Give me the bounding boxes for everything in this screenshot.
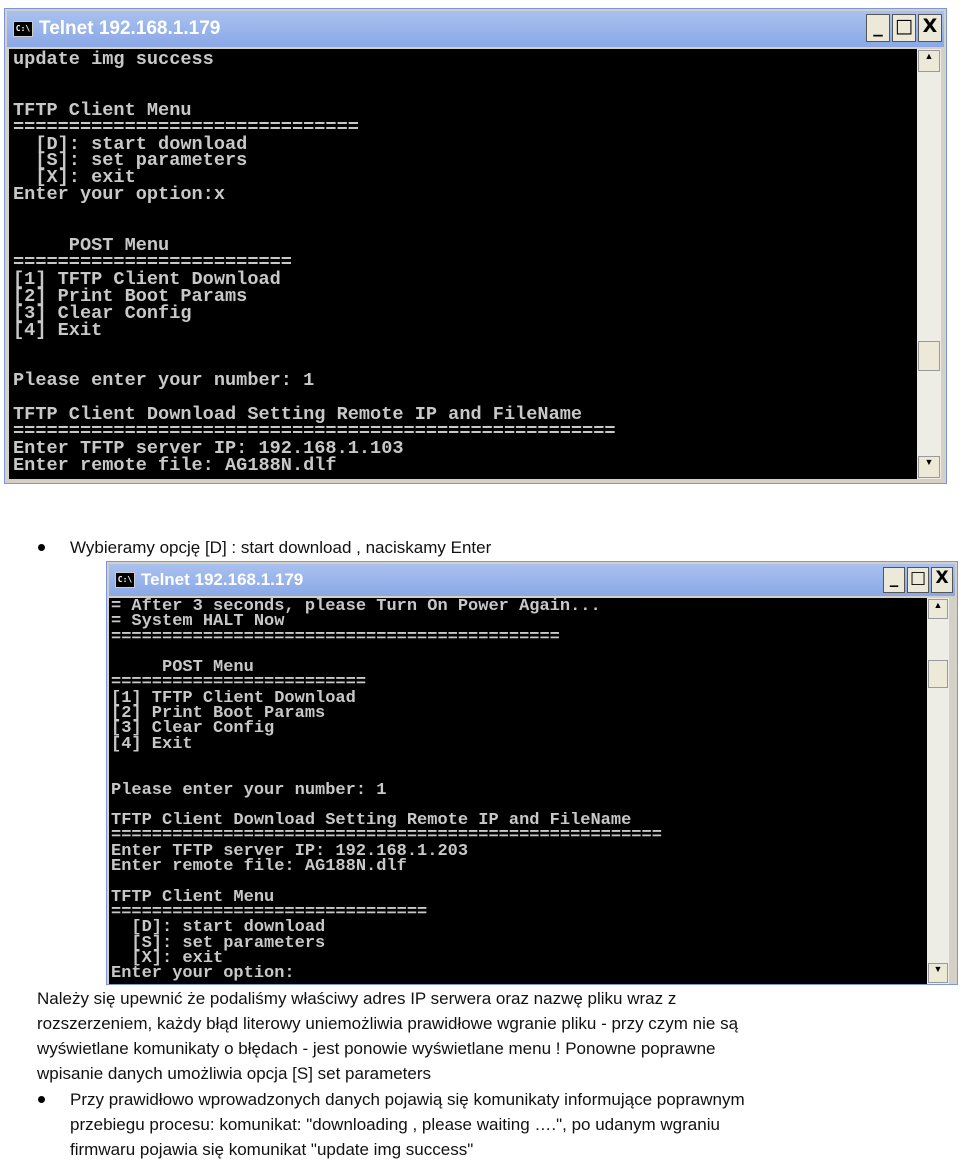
scroll-thumb[interactable]	[928, 660, 948, 688]
close-button[interactable]: X	[918, 14, 942, 42]
bullet-icon	[38, 544, 45, 551]
terminal-output[interactable]: update img success TFTP Client Menu ====…	[9, 49, 917, 479]
paragraph-line: Należy się upewnić że podaliśmy właściwy…	[37, 989, 677, 1008]
paragraph-line: rozszerzeniem, każdy błąd literowy uniem…	[37, 1014, 739, 1033]
bullet-line: Przy prawidłowo wprowadzonych danych poj…	[70, 1090, 745, 1109]
terminal-text: update img success TFTP Client Menu ====…	[13, 49, 616, 476]
scroll-down-arrow-icon[interactable]: ▼	[918, 456, 940, 478]
terminal-text: = After 3 seconds, please Turn On Power …	[111, 598, 662, 984]
telnet-window-2: C:\ Telnet 192.168.1.179 _ □ X = After 3…	[106, 561, 958, 985]
window-title: Telnet 192.168.1.179	[39, 18, 221, 39]
maximize-button[interactable]: □	[907, 567, 929, 593]
scroll-down-arrow-icon[interactable]: ▼	[928, 963, 948, 983]
telnet-window-1: C:\ Telnet 192.168.1.179 _ □ X update im…	[4, 8, 947, 484]
paragraph: Należy się upewnić że podaliśmy właściwy…	[37, 986, 738, 1086]
bullet-line: przebiegu procesu: komunikat: "downloadi…	[70, 1115, 720, 1134]
bullet-text-1: Wybieramy opcję [D] : start download , n…	[70, 538, 492, 557]
title-bar: C:\ Telnet 192.168.1.179 _ □ X	[7, 11, 944, 47]
maximize-button[interactable]: □	[892, 14, 916, 42]
vertical-scrollbar[interactable]: ▲ ▼	[917, 49, 941, 479]
terminal-output[interactable]: = After 3 seconds, please Turn On Power …	[109, 598, 927, 984]
bullet-text-2: Przy prawidłowo wprowadzonych danych poj…	[70, 1087, 745, 1162]
minimize-button[interactable]: _	[883, 567, 905, 593]
title-bar: C:\ Telnet 192.168.1.179 _ □ X	[109, 564, 955, 596]
window-title: Telnet 192.168.1.179	[141, 570, 304, 589]
scroll-up-arrow-icon[interactable]: ▲	[918, 50, 940, 72]
paragraph-line: wpisanie danych umożliwia opcja [S] set …	[37, 1064, 432, 1083]
minimize-button[interactable]: _	[866, 14, 890, 42]
bullet-icon	[38, 1096, 45, 1103]
paragraph-line: wyświetlane komunikaty o błędach - jest …	[37, 1039, 716, 1058]
close-button[interactable]: X	[931, 567, 953, 593]
console-icon: C:\	[115, 572, 135, 588]
scroll-up-arrow-icon[interactable]: ▲	[928, 599, 948, 619]
vertical-scrollbar[interactable]: ▲ ▼	[927, 598, 949, 984]
bullet-line: firmwaru pojawia się komunikat "update i…	[70, 1140, 474, 1159]
console-icon: C:\	[13, 21, 33, 37]
scroll-thumb[interactable]	[918, 341, 940, 371]
